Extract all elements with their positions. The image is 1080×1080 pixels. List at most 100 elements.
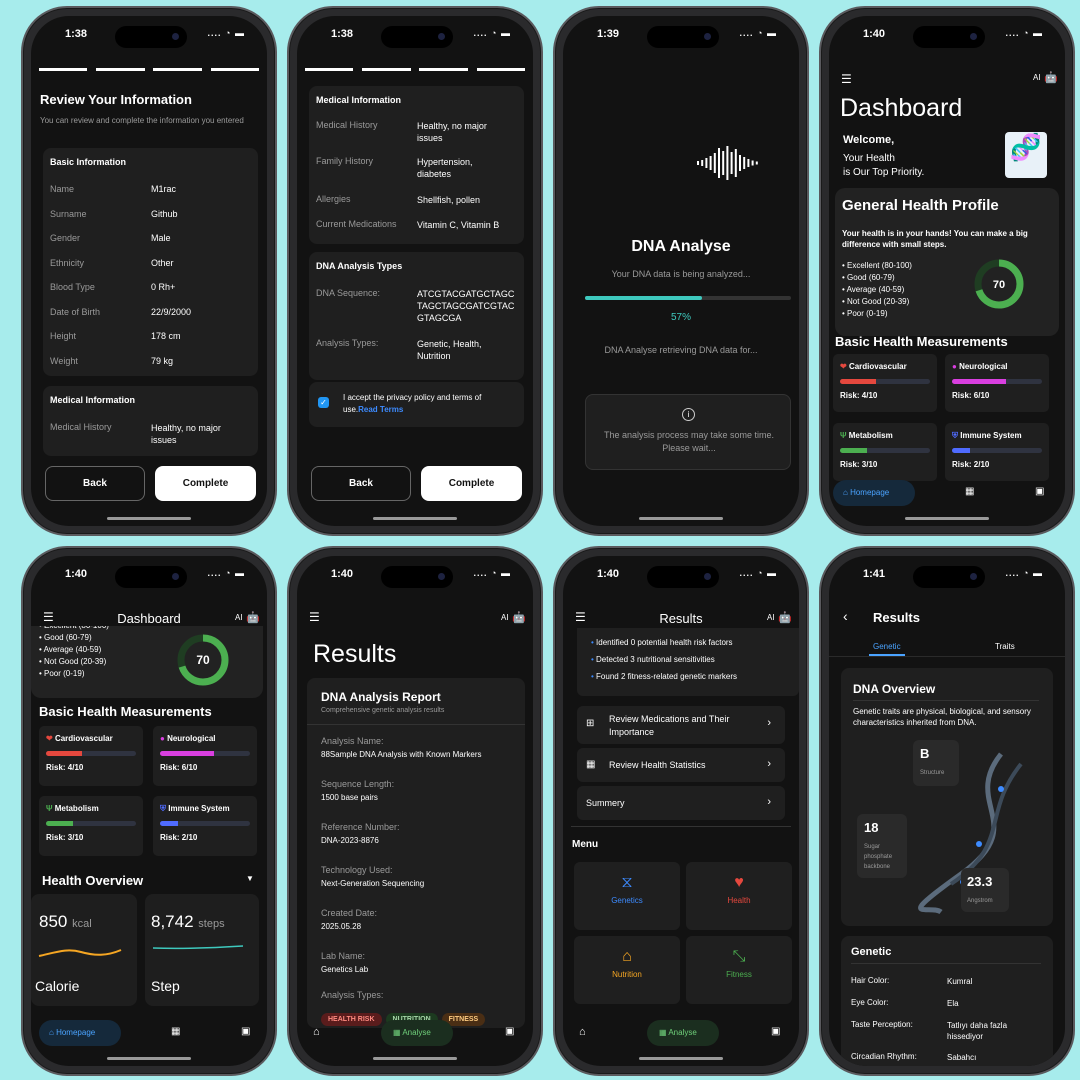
dropdown-icon[interactable]: ▼	[246, 874, 254, 883]
complete-button[interactable]: Complete	[155, 466, 256, 501]
measure-card[interactable]: ⛨ Immune System Risk: 2/10	[153, 796, 257, 856]
step-segment	[419, 68, 468, 71]
ai-label[interactable]: AI	[767, 613, 775, 622]
nav-homepage[interactable]: ⌂ Homepage	[833, 480, 915, 506]
home-indicator	[639, 517, 723, 520]
item-value: 1500 base pairs	[321, 793, 378, 802]
nav-homepage[interactable]: ⌂ Homepage	[39, 1020, 121, 1046]
risk-fill	[840, 448, 867, 453]
field-key: Date of Birth	[50, 306, 101, 317]
menu-genetics[interactable]: ⧖ Genetics	[574, 862, 680, 930]
accept-checkbox[interactable]: ✓	[318, 397, 329, 408]
step-indicator	[305, 68, 525, 71]
home-icon[interactable]: ⌂	[313, 1026, 320, 1038]
field-key: Height	[50, 331, 77, 341]
clipboard-icon[interactable]: ▣	[771, 1026, 780, 1037]
tagline-line: Your Health	[843, 153, 895, 164]
home-icon[interactable]: ⌂	[579, 1026, 586, 1038]
waveform-icon	[697, 146, 758, 180]
field-value: M1rac	[151, 184, 177, 194]
hamburger-menu-icon[interactable]: ☰	[309, 610, 320, 624]
bullet-text: Found 2 fitness-related genetic markers	[596, 672, 737, 681]
measure-card[interactable]: Ψ Metabolism Risk: 3/10	[833, 423, 937, 481]
tab-genetic[interactable]: Genetic	[873, 642, 901, 651]
measure-name: Immune System	[960, 431, 1022, 440]
nav-analyse[interactable]: ▦ Analyse	[647, 1020, 719, 1046]
step-card[interactable]: 8,742 steps Step	[145, 894, 259, 1006]
dumbbell-icon: ⤡	[732, 948, 746, 965]
trait-value: Sabahcı	[947, 1053, 977, 1062]
complete-button[interactable]: Complete	[421, 466, 522, 501]
score-legend: • Excellent (80-100)• Good (60-79)• Aver…	[39, 626, 109, 680]
calorie-card[interactable]: 850 kcal Calorie	[31, 894, 137, 1006]
field-key: Blood Type	[50, 282, 95, 292]
phone-review: 1:38 .... ◔ ▬ Review Your Information You…	[21, 6, 277, 536]
action-row[interactable]: ▦ Review Health Statistics ›	[577, 748, 785, 782]
chevron-right-icon: ›	[767, 758, 771, 770]
measure-card[interactable]: ❤ Cardiovascular Risk: 4/10	[39, 726, 143, 786]
genetic-card: Genetic Hair Color: Kumral Eye Color: Ela Ta…	[841, 936, 1053, 1066]
legend-item: • Good (60-79)	[842, 273, 895, 282]
menu-fitness[interactable]: ⤡ Fitness	[686, 936, 792, 1004]
bottom-nav: ⌂ Homepage ▦ ▣	[829, 480, 1065, 510]
robot-icon[interactable]: 🤖	[246, 611, 260, 624]
bullet-text: Detected 3 nutritional sensitivities	[596, 655, 715, 664]
dna-sequence-value: ATCGTACGATGCTAGCTAGCTAGCGATCGTACGTAGCGA	[417, 289, 515, 323]
back-arrow-icon[interactable]: ‹	[843, 608, 848, 624]
report-subtitle: Comprehensive genetic analysis results	[321, 707, 445, 714]
legend-item: • Not Good (20-39)	[842, 297, 910, 306]
notice-card: i The analysis process may take some tim…	[585, 394, 791, 470]
stats-icon[interactable]: ▦	[965, 486, 974, 497]
item-key: Reference Number:	[321, 822, 400, 832]
field-key: Family History	[316, 156, 374, 166]
measure-card[interactable]: ❤ Cardiovascular Risk: 4/10	[833, 354, 937, 412]
basic-info-card: Basic Information Name M1rac Surname Github…	[43, 148, 258, 376]
ai-label[interactable]: AI	[501, 613, 509, 622]
hamburger-menu-icon[interactable]: ☰	[841, 72, 852, 86]
ai-label[interactable]: AI	[1033, 73, 1041, 82]
overview-desc: Genetic traits are physical, biological,…	[853, 707, 1031, 727]
angstrom-value: 23.3	[967, 874, 993, 889]
field-key: Weight	[50, 355, 78, 366]
bullet-item: • Detected 3 nutritional sensitivities	[591, 655, 715, 664]
home-indicator	[373, 1057, 457, 1060]
signal-wifi-battery-icon: .... ◔ ▬	[739, 28, 777, 38]
read-terms-link[interactable]: Read Terms	[358, 405, 403, 414]
phone-results-report: 1:40 .... ◔ ▬ ☰ AI 🤖 Results DNA Analysis…	[287, 546, 543, 1076]
dna-document-icon: 🧬	[1005, 132, 1047, 178]
divider	[571, 826, 791, 827]
action-row[interactable]: Summery ›	[577, 786, 785, 820]
legend-item: • Good (60-79)	[39, 633, 92, 642]
chart-icon: ▦	[586, 759, 596, 770]
clipboard-icon[interactable]: ▣	[505, 1026, 514, 1037]
clipboard-icon[interactable]: ▣	[1035, 486, 1044, 497]
summary-bullets: • Identified 0 potential health risk fac…	[577, 628, 799, 696]
clipboard-icon[interactable]: ▣	[241, 1026, 250, 1037]
nav-analyse[interactable]: ▦ Analyse	[381, 1020, 453, 1046]
measure-card[interactable]: ● Neurological Risk: 6/10	[153, 726, 257, 786]
stats-icon[interactable]: ▦	[171, 1026, 180, 1037]
robot-icon[interactable]: 🤖	[778, 611, 792, 624]
item-key: Sequence Length:	[321, 779, 395, 789]
measure-card[interactable]: ● Neurological Risk: 6/10	[945, 354, 1049, 412]
structure-value: B	[920, 746, 930, 761]
status-bar: 1:39 .... ◔ ▬	[563, 16, 799, 50]
back-button[interactable]: Back	[311, 466, 411, 501]
screen: 1:39 .... ◔ ▬ DNA Analyse Your DNA data i…	[563, 16, 799, 526]
card-title: Medical Information	[316, 95, 402, 105]
menu-health[interactable]: ♥ Health	[686, 862, 792, 930]
menu-label: Fitness	[726, 970, 752, 979]
menu-nutrition[interactable]: ⌂ Nutrition	[574, 936, 680, 1004]
risk-bar	[46, 751, 136, 756]
measure-card[interactable]: Ψ Metabolism Risk: 3/10	[39, 796, 143, 856]
back-button[interactable]: Back	[45, 466, 145, 501]
row-label: Review Medications and Their Importance	[609, 714, 730, 737]
ai-label[interactable]: AI	[235, 613, 243, 622]
screen: 1:38 .... ◔ ▬ Review Your Information You…	[31, 16, 267, 526]
measure-card[interactable]: ⛨ Immune System Risk: 2/10	[945, 423, 1049, 481]
robot-icon[interactable]: 🤖	[512, 611, 526, 624]
action-row[interactable]: ⊞ Review Medications and Their Importance…	[577, 706, 785, 744]
signal-wifi-battery-icon: .... ◔ ▬	[207, 28, 245, 38]
tab-traits[interactable]: Traits	[995, 642, 1015, 651]
robot-icon[interactable]: 🤖	[1044, 71, 1058, 84]
